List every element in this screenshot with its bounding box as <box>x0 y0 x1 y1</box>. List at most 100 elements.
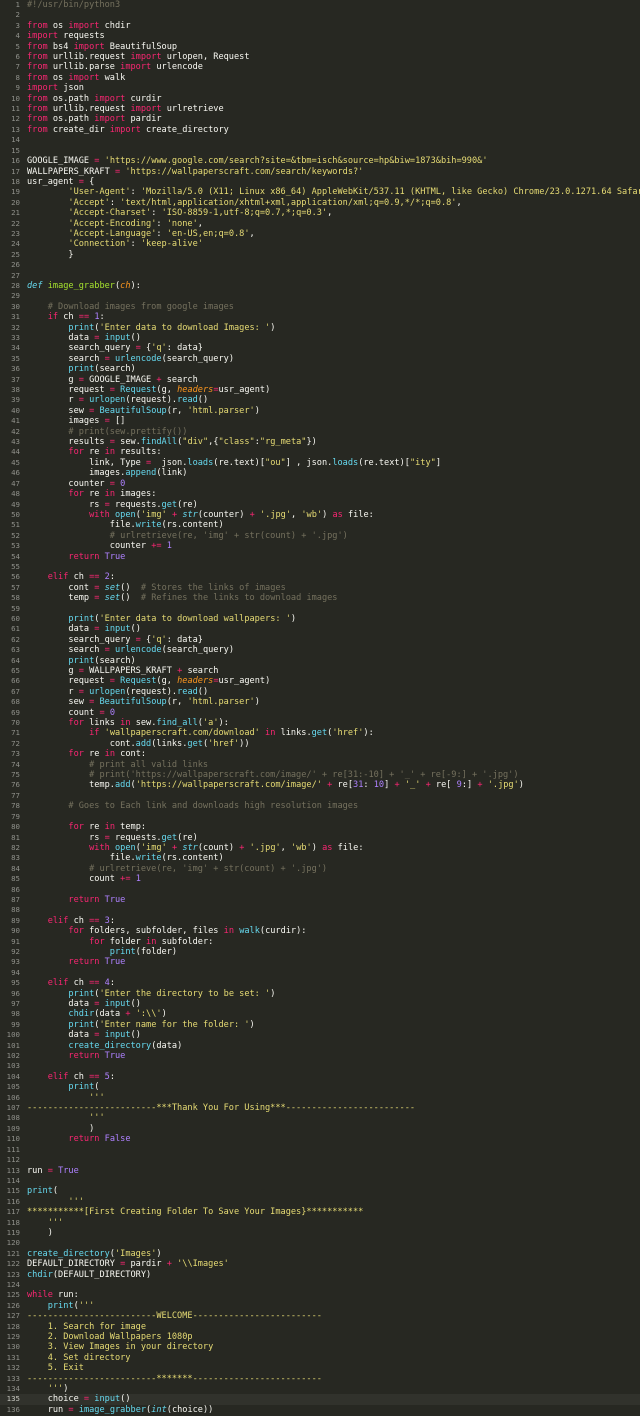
code-line[interactable]: 44 for re in results: <box>0 447 640 457</box>
code-line[interactable]: 113 run = True <box>0 1166 640 1176</box>
code-line[interactable]: 111 <box>0 1145 640 1155</box>
code-line[interactable]: 129 2. Download Wallpapers 1080p <box>0 1332 640 1342</box>
code-line[interactable]: 92 print(folder) <box>0 947 640 957</box>
code-line[interactable]: 29 <box>0 291 640 301</box>
code-line[interactable]: 110 return False <box>0 1134 640 1144</box>
code-line[interactable]: 61 data = input() <box>0 624 640 634</box>
code-line[interactable]: 22 'Accept-Encoding': 'none', <box>0 219 640 229</box>
code-line[interactable]: 52 # urlretrieve(re, 'img' + str(count) … <box>0 531 640 541</box>
code-line[interactable]: 91 for folder in subfolder: <box>0 937 640 947</box>
code-line[interactable]: 46 images.append(link) <box>0 468 640 478</box>
code-line[interactable]: 79 <box>0 812 640 822</box>
code-line[interactable]: 78 # Goes to Each link and downloads hig… <box>0 801 640 811</box>
code-line[interactable]: 34 search_query = {'q': data} <box>0 343 640 353</box>
code-line[interactable]: 63 search = urlencode(search_query) <box>0 645 640 655</box>
code-line[interactable]: 100 data = input() <box>0 1030 640 1040</box>
code-line[interactable]: 103 <box>0 1061 640 1071</box>
code-line[interactable]: 81 rs = requests.get(re) <box>0 833 640 843</box>
code-line[interactable]: 121 create_directory('Images') <box>0 1249 640 1259</box>
code-line[interactable]: 65 g = WALLPAPERS_KRAFT + search <box>0 666 640 676</box>
code-line[interactable]: 21 'Accept-Charset': 'ISO-8859-1,utf-8;q… <box>0 208 640 218</box>
code-line[interactable]: 101 create_directory(data) <box>0 1041 640 1051</box>
code-line[interactable]: 82 with open('img' + str(count) + '.jpg'… <box>0 843 640 853</box>
code-line[interactable]: 98 chdir(data + ':\\') <box>0 1009 640 1019</box>
code-line[interactable]: 108 ''' <box>0 1113 640 1123</box>
code-line[interactable]: 86 <box>0 885 640 895</box>
code-line[interactable]: 24 'Connection': 'keep-alive' <box>0 239 640 249</box>
code-line[interactable]: 83 file.write(rs.content) <box>0 853 640 863</box>
code-line[interactable]: 35 search = urlencode(search_query) <box>0 354 640 364</box>
code-line[interactable]: 51 file.write(rs.content) <box>0 520 640 530</box>
code-line[interactable]: 9 import json <box>0 83 640 93</box>
code-line[interactable]: 49 rs = requests.get(re) <box>0 500 640 510</box>
code-line[interactable]: 18 usr_agent = { <box>0 177 640 187</box>
code-line[interactable]: 4 import requests <box>0 31 640 41</box>
code-line[interactable]: 13 from create_dir import create_director… <box>0 125 640 135</box>
code-line[interactable]: 43 results = sew.findAll("div",{"class":… <box>0 437 640 447</box>
code-line[interactable]: 120 <box>0 1238 640 1248</box>
code-line[interactable]: 26 <box>0 260 640 270</box>
code-line[interactable]: 87 return True <box>0 895 640 905</box>
code-line[interactable]: 102 return True <box>0 1051 640 1061</box>
code-line[interactable]: 2 <box>0 10 640 20</box>
code-line[interactable]: 39 r = urlopen(request).read() <box>0 395 640 405</box>
code-line[interactable]: 48 for re in images: <box>0 489 640 499</box>
code-line[interactable]: 64 print(search) <box>0 656 640 666</box>
code-line[interactable]: 5 from bs4 import BeautifulSoup <box>0 42 640 52</box>
code-line[interactable]: 6 from urllib.request import urlopen, Req… <box>0 52 640 62</box>
code-line[interactable]: 85 count += 1 <box>0 874 640 884</box>
code-line[interactable]: 134 ''') <box>0 1384 640 1394</box>
code-line[interactable]: 75 # print('https://wallpaperscraft.com/… <box>0 770 640 780</box>
code-line[interactable]: 23 'Accept-Language': 'en-US,en;q=0.8', <box>0 229 640 239</box>
code-line[interactable]: 8 from os import walk <box>0 73 640 83</box>
code-line[interactable]: 50 with open('img' + str(counter) + '.jp… <box>0 510 640 520</box>
code-line[interactable]: 132 5. Exit <box>0 1363 640 1373</box>
code-line[interactable]: 124 <box>0 1280 640 1290</box>
code-line[interactable]: 32 print('Enter data to download Images:… <box>0 323 640 333</box>
code-line[interactable]: 38 request = Request(g, headers=usr_agen… <box>0 385 640 395</box>
code-line[interactable]: 112 <box>0 1155 640 1165</box>
code-line[interactable]: 40 sew = BeautifulSoup(r, 'html.parser') <box>0 406 640 416</box>
code-line[interactable]: 93 return True <box>0 957 640 967</box>
code-line[interactable]: 70 for links in sew.find_all('a'): <box>0 718 640 728</box>
code-line[interactable]: 7 from urllib.parse import urlencode <box>0 62 640 72</box>
code-line[interactable]: 126 print(''' <box>0 1301 640 1311</box>
code-line[interactable]: 42 # print(sew.prettify()) <box>0 427 640 437</box>
code-view[interactable]: 1 #!/usr/bin/python3 2 3 from os import chdi… <box>0 0 640 1415</box>
code-line[interactable]: 114 <box>0 1176 640 1186</box>
code-line[interactable]: 135 choice = input() <box>0 1394 640 1405</box>
code-line[interactable]: 106 ''' <box>0 1093 640 1103</box>
code-line[interactable]: 57 cont = set() # Stores the links of im… <box>0 583 640 593</box>
code-line[interactable]: 62 search_query = {'q': data} <box>0 635 640 645</box>
code-line[interactable]: 128 1. Search for image <box>0 1322 640 1332</box>
code-line[interactable]: 55 <box>0 562 640 572</box>
code-line[interactable]: 122 DEFAULT_DIRECTORY = pardir + '\\Image… <box>0 1259 640 1269</box>
code-line[interactable]: 118 ''' <box>0 1218 640 1228</box>
code-line[interactable]: 107 -------------------------***Thank You… <box>0 1103 640 1113</box>
code-line[interactable]: 60 print('Enter data to download wallpap… <box>0 614 640 624</box>
code-line[interactable]: 36 print(search) <box>0 364 640 374</box>
code-line[interactable]: 74 # print all valid links <box>0 760 640 770</box>
code-line[interactable]: 95 elif ch == 4: <box>0 978 640 988</box>
code-line[interactable]: 3 from os import chdir <box>0 21 640 31</box>
code-line[interactable]: 31 if ch == 1: <box>0 312 640 322</box>
code-line[interactable]: 33 data = input() <box>0 333 640 343</box>
code-line[interactable]: 76 temp.add('https://wallpaperscraft.com… <box>0 780 640 790</box>
code-line[interactable]: 84 # urlretrieve(re, 'img' + str(count) … <box>0 864 640 874</box>
code-line[interactable]: 56 elif ch == 2: <box>0 572 640 582</box>
code-line[interactable]: 104 elif ch == 5: <box>0 1072 640 1082</box>
code-line[interactable]: 117 ***********[First Creating Folder To … <box>0 1207 640 1217</box>
code-line[interactable]: 66 request = Request(g, headers=usr_agen… <box>0 676 640 686</box>
code-line[interactable]: 53 counter += 1 <box>0 541 640 551</box>
code-line[interactable]: 130 3. View Images in your directory <box>0 1342 640 1352</box>
code-line[interactable]: 73 for re in cont: <box>0 749 640 759</box>
code-line[interactable]: 12 from os.path import pardir <box>0 114 640 124</box>
code-line[interactable]: 72 cont.add(links.get('href')) <box>0 739 640 749</box>
code-line[interactable]: 94 <box>0 968 640 978</box>
code-line[interactable]: 1 #!/usr/bin/python3 <box>0 0 640 10</box>
code-line[interactable]: 20 'Accept': 'text/html,application/xhtm… <box>0 198 640 208</box>
code-line[interactable]: 17 WALLPAPERS_KRAFT = 'https://wallpapers… <box>0 167 640 177</box>
code-line[interactable]: 41 images = [] <box>0 416 640 426</box>
code-line[interactable]: 69 count = 0 <box>0 708 640 718</box>
code-line[interactable]: 123 chdir(DEFAULT_DIRECTORY) <box>0 1270 640 1280</box>
